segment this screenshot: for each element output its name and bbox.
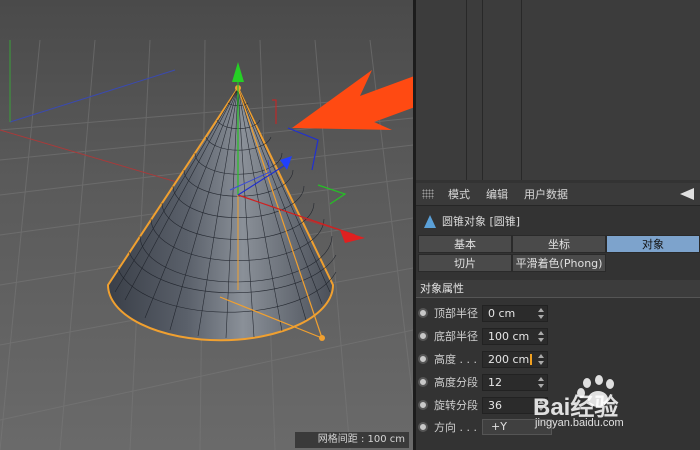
- tab-row-1: 基本 坐标 对象: [418, 235, 700, 253]
- animate-radio-icon[interactable]: [418, 377, 428, 387]
- tab-row-2: 切片 平滑着色(Phong): [418, 254, 700, 272]
- animate-radio-icon[interactable]: [418, 354, 428, 364]
- attribute-tabs: 基本 坐标 对象 切片 平滑着色(Phong): [418, 235, 700, 273]
- field-value: 12: [488, 375, 502, 389]
- grid-spacing-status: 网格间距 : 100 cm: [295, 432, 409, 448]
- field-value: 0 cm: [488, 306, 516, 320]
- menu-mode[interactable]: 模式: [440, 186, 478, 202]
- prop-label: 底部半径: [434, 330, 478, 343]
- cone-icon: [424, 214, 436, 228]
- prop-label: 方向 . . .: [434, 421, 477, 434]
- tab-phong[interactable]: 平滑着色(Phong): [512, 254, 606, 272]
- tab-coord[interactable]: 坐标: [512, 235, 606, 253]
- field-value: 36: [488, 398, 502, 412]
- prop-label: 高度 . . .: [434, 353, 477, 366]
- baidu-watermark: Bai经验 jingyan.baidu.com: [533, 375, 693, 435]
- bottom-radius-field[interactable]: 100 cm: [482, 327, 548, 345]
- text-caret: [530, 354, 533, 365]
- column-divider: [521, 0, 522, 180]
- top-radius-field[interactable]: 0 cm: [482, 304, 548, 322]
- stepper-icon[interactable]: [538, 307, 544, 319]
- prop-label: 顶部半径: [434, 307, 478, 320]
- section-object-properties[interactable]: 对象属性: [416, 280, 700, 298]
- object-title-text: 圆锥对象 [圆锥]: [442, 215, 521, 228]
- grip-icon[interactable]: [422, 189, 434, 199]
- stepper-icon[interactable]: [538, 330, 544, 342]
- 3d-viewport[interactable]: 网格间距 : 100 cm: [0, 0, 413, 450]
- height-field[interactable]: 200 cm: [482, 350, 548, 368]
- viewport-canvas[interactable]: [0, 0, 413, 450]
- prop-label: 旋转分段: [434, 399, 478, 412]
- attribute-manager-menubar: 模式 编辑 用户数据: [416, 183, 700, 206]
- column-divider: [466, 0, 467, 180]
- object-manager-panel[interactable]: [416, 0, 700, 180]
- tab-object[interactable]: 对象: [606, 235, 700, 253]
- menu-user-data[interactable]: 用户数据: [516, 186, 576, 202]
- animate-radio-icon[interactable]: [418, 331, 428, 341]
- field-value: 200 cm: [488, 352, 530, 366]
- watermark-url: jingyan.baidu.com: [535, 417, 624, 429]
- stepper-icon[interactable]: [538, 353, 544, 365]
- prop-height: 高度 . . . 200 cm: [418, 349, 700, 369]
- prop-top-radius: 顶部半径 0 cm: [418, 303, 700, 323]
- animate-radio-icon[interactable]: [418, 308, 428, 318]
- prop-label: 高度分段: [434, 376, 478, 389]
- back-arrow-icon[interactable]: [680, 188, 694, 200]
- field-value: 100 cm: [488, 329, 530, 343]
- animate-radio-icon[interactable]: [418, 400, 428, 410]
- tab-basic[interactable]: 基本: [418, 235, 512, 253]
- animate-radio-icon[interactable]: [418, 422, 428, 432]
- column-divider: [482, 0, 483, 180]
- tab-slice[interactable]: 切片: [418, 254, 512, 272]
- menu-edit[interactable]: 编辑: [478, 186, 516, 202]
- annotation-arrow: [292, 70, 413, 130]
- prop-bottom-radius: 底部半径 100 cm: [418, 326, 700, 346]
- object-title: 圆锥对象 [圆锥]: [416, 210, 700, 232]
